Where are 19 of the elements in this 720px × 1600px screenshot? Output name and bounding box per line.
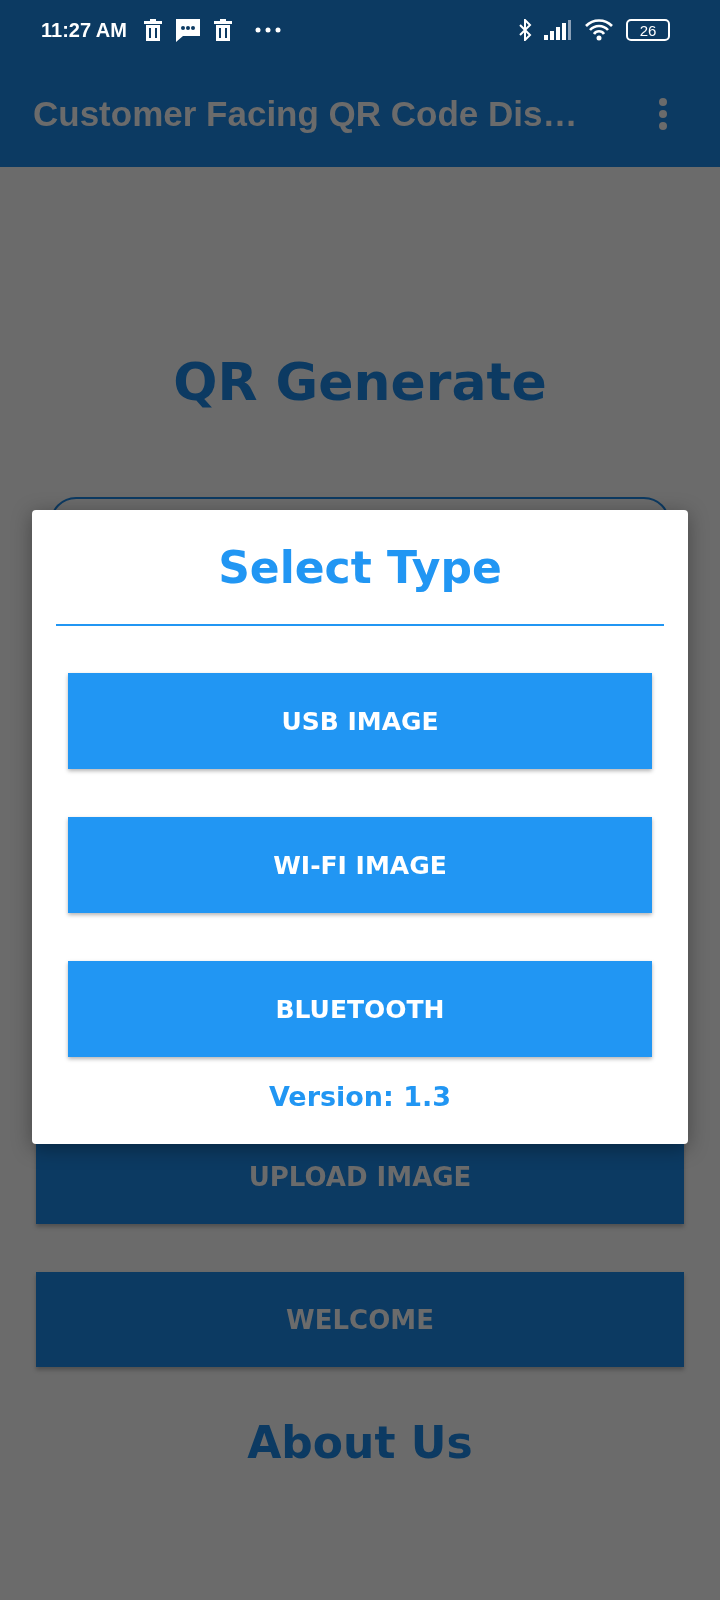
- app-title: Customer Facing QR Code Dis…: [33, 93, 578, 134]
- wifi-icon: [584, 18, 614, 42]
- trash-icon: [212, 19, 233, 41]
- bluetooth-icon: [518, 19, 532, 41]
- more-options-icon[interactable]: [658, 97, 668, 130]
- page-heading: QR Generate: [172, 351, 548, 414]
- status-time: 11:27 AM: [41, 18, 127, 42]
- version-text: Version: 1.3: [268, 1081, 452, 1112]
- more-notifications-icon: [254, 27, 281, 33]
- section-heading: About Us: [246, 1417, 474, 1468]
- battery-level: 26: [639, 22, 657, 38]
- option-button[interactable]: USB IMAGE: [68, 673, 652, 769]
- option-button[interactable]: BLUETOOTH: [68, 961, 652, 1057]
- option-button[interactable]: WI-FI IMAGE: [68, 817, 652, 913]
- trash-icon: [142, 19, 163, 41]
- message-icon: [174, 18, 201, 42]
- page-button[interactable]: WELCOME: [36, 1272, 684, 1367]
- dialog-title: Select Type: [218, 541, 502, 595]
- signal-icon: [544, 20, 572, 40]
